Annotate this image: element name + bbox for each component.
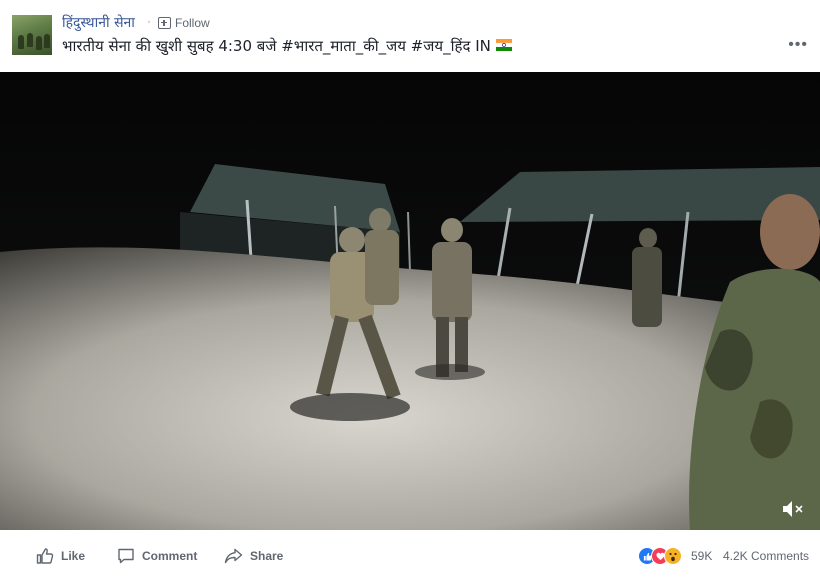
like-button[interactable]: Like bbox=[36, 547, 85, 565]
caption-text: भारतीय सेना की खुशी सुबह 4:30 बजे #भारत_… bbox=[62, 37, 491, 55]
post-footer: Like Comment Share 59K 4.2K Comments bbox=[0, 530, 820, 578]
follow-label: Follow bbox=[175, 16, 210, 30]
follow-icon bbox=[158, 17, 171, 29]
volume-button[interactable] bbox=[782, 500, 804, 518]
share-label: Share bbox=[250, 549, 284, 563]
like-label: Like bbox=[61, 549, 86, 563]
comment-button[interactable]: Comment bbox=[117, 547, 197, 565]
share-arrow-icon bbox=[224, 548, 243, 564]
page-name-link[interactable]: हिंदुस्थानी सेना bbox=[62, 13, 135, 32]
video-player[interactable] bbox=[0, 72, 820, 530]
more-options-button[interactable]: ••• bbox=[788, 36, 808, 54]
comment-label: Comment bbox=[142, 549, 198, 563]
post-header: हिंदुस्थानी सेना · Follow भारतीय सेना की… bbox=[0, 0, 820, 70]
follow-button[interactable]: Follow bbox=[158, 16, 210, 30]
reaction-count[interactable]: 59K bbox=[691, 549, 712, 563]
comments-count-link[interactable]: 4.2K Comments bbox=[723, 549, 809, 563]
separator-dot: · bbox=[147, 14, 151, 28]
share-button[interactable]: Share bbox=[224, 547, 283, 565]
wow-reaction-icon bbox=[664, 547, 682, 565]
page-avatar[interactable] bbox=[12, 15, 52, 55]
post-caption: भारतीय सेना की खुशी सुबह 4:30 बजे #भारत_… bbox=[62, 36, 512, 56]
flag-emoji-icon bbox=[495, 39, 512, 51]
reactions-summary[interactable] bbox=[638, 547, 682, 565]
thumbs-up-icon bbox=[36, 548, 54, 564]
video-frame bbox=[0, 72, 820, 530]
comment-bubble-icon bbox=[118, 548, 134, 564]
speaker-muted-icon bbox=[783, 501, 803, 517]
